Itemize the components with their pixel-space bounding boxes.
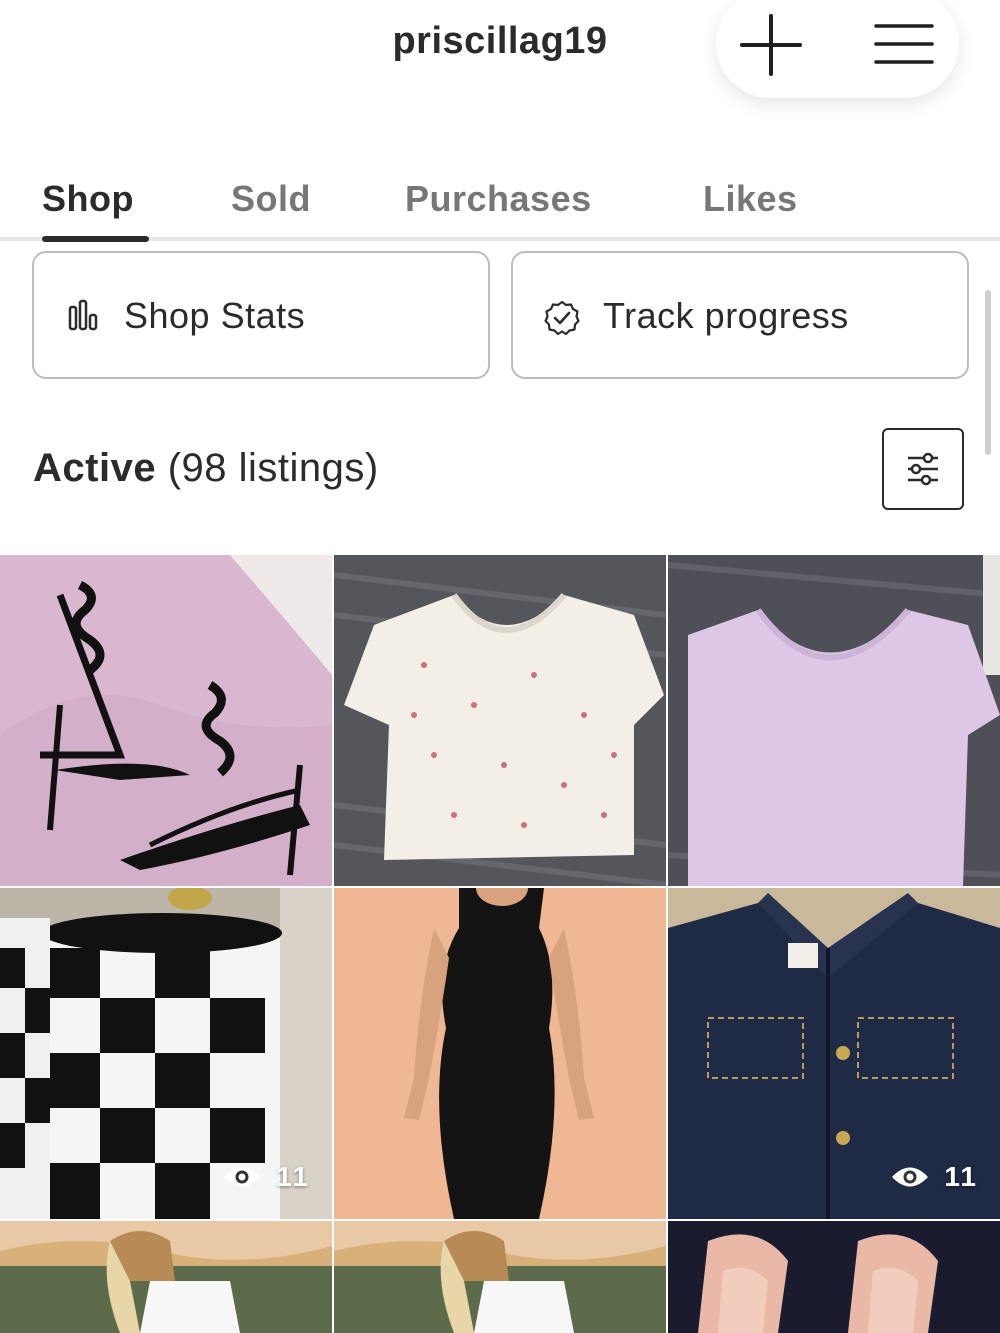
menu-button[interactable] (872, 14, 936, 74)
track-progress-label: Track progress (603, 295, 849, 336)
listing-photo (0, 1221, 332, 1333)
tabs-divider (0, 237, 1000, 241)
plus-icon (740, 14, 802, 76)
listing-tile[interactable] (668, 555, 1000, 886)
listing-tile[interactable] (0, 1221, 332, 1333)
add-listing-button[interactable] (738, 12, 804, 78)
listing-photo (668, 555, 1000, 886)
listing-tile[interactable] (334, 555, 666, 886)
listing-tile[interactable] (334, 1221, 666, 1333)
view-count: 11 (222, 1161, 310, 1193)
view-count-value: 11 (276, 1161, 310, 1192)
listing-photo (334, 1221, 666, 1333)
active-tab-indicator (42, 236, 149, 242)
listing-tile[interactable] (668, 1221, 1000, 1333)
scrollbar[interactable] (985, 290, 991, 455)
shop-stats-label: Shop Stats (124, 295, 306, 336)
tab-shop[interactable]: Shop (42, 178, 134, 220)
track-progress-button[interactable]: Track progress (511, 251, 969, 379)
listings-summary: Active (98 listings) (33, 446, 379, 491)
verified-badge-icon (544, 300, 580, 336)
listings-count: (98 listings) (167, 446, 379, 490)
filter-button[interactable] (882, 428, 964, 510)
eye-icon (224, 1167, 261, 1187)
bar-chart-icon (68, 299, 98, 331)
listing-photo (0, 555, 332, 886)
listing-tile[interactable]: 11 (668, 888, 1000, 1219)
shop-stats-button[interactable]: Shop Stats (32, 251, 490, 379)
listing-photo (334, 555, 666, 886)
eye-icon (892, 1167, 929, 1187)
tab-sold[interactable]: Sold (231, 178, 311, 220)
listing-photo (668, 1221, 1000, 1333)
tab-purchases[interactable]: Purchases (405, 178, 592, 220)
sliders-filter-icon (908, 452, 938, 486)
listing-tile[interactable]: 11 (0, 888, 332, 1219)
listing-tile[interactable] (334, 888, 666, 1219)
view-count: 11 (890, 1161, 978, 1193)
listings-status: Active (33, 446, 157, 490)
view-count-value: 11 (944, 1161, 978, 1192)
hamburger-menu-icon (874, 24, 934, 64)
tab-likes[interactable]: Likes (703, 178, 798, 220)
profile-tabs: Shop Sold Purchases Likes (0, 160, 1000, 240)
listing-photo (334, 888, 666, 1219)
listing-tile[interactable] (0, 555, 332, 886)
